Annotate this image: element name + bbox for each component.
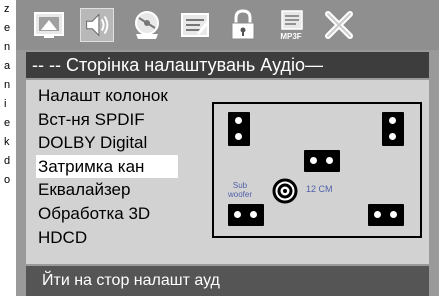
video-setup-icon[interactable] (130, 8, 164, 42)
page-title: -- -- Сторінка налаштувань Аудіо— (26, 52, 429, 78)
menu-item-equalizer[interactable]: Еквалайзер (36, 178, 206, 202)
password-lock-icon[interactable] (226, 8, 260, 42)
menu-item-spdif-setup[interactable]: Вст-ня SPDIF (36, 108, 206, 132)
settings-menu: Налашт колонок Вст-ня SPDIF DOLBY Digita… (36, 84, 206, 249)
subwoofer-speaker[interactable] (272, 178, 298, 204)
edge-char: n (4, 42, 11, 53)
preference-setup-icon[interactable] (178, 8, 212, 42)
edge-char: i (4, 99, 7, 110)
subwoofer-label: Sub woofer (227, 181, 252, 199)
general-setup-icon[interactable] (32, 8, 66, 42)
edge-char: e (4, 118, 11, 129)
menu-item-channel-delay[interactable]: Затримка кан (36, 154, 178, 179)
menu-item-speaker-setup[interactable]: Налашт колонок (36, 84, 206, 108)
dvd-setup-screen: MP3F -- -- Сторінка налаштувань Аудіо— Н… (16, 0, 439, 296)
rear-left-speaker[interactable] (228, 204, 264, 226)
speaker-layout-diagram: Sub woofer 12 CM (212, 102, 422, 238)
edge-char: d (4, 156, 11, 167)
center-speaker[interactable] (304, 150, 340, 172)
edge-char: e (4, 23, 11, 34)
edge-char: o (4, 175, 11, 186)
status-hint: Йти на стор налашт ауд (26, 266, 429, 296)
front-left-speaker[interactable] (228, 112, 250, 146)
edge-char: k (4, 137, 10, 148)
mp3-setup-icon[interactable]: MP3F (274, 8, 308, 42)
edge-char: z (4, 4, 10, 15)
menu-item-hdcd[interactable]: HDCD (36, 226, 206, 250)
audio-settings-panel: Налашт колонок Вст-ня SPDIF DOLBY Digita… (26, 80, 429, 264)
front-right-speaker[interactable] (382, 112, 404, 146)
rear-right-speaker[interactable] (368, 204, 404, 226)
background-page-edge-text: z e n a n i e k d o (0, 0, 16, 296)
channel-delay-value: 12 CM (306, 184, 333, 194)
edge-char: a (4, 61, 11, 72)
menu-item-dolby-digital[interactable]: DOLBY Digital (36, 131, 206, 155)
audio-setup-icon[interactable] (80, 8, 114, 42)
edge-char: n (4, 80, 11, 91)
subwoofer-icon (272, 178, 298, 204)
mp3-icon-text: MP3F (280, 32, 301, 41)
menu-item-3d-processing[interactable]: Обработка 3D (36, 202, 206, 226)
setup-category-toolbar: MP3F (16, 0, 439, 50)
exit-icon[interactable] (322, 8, 356, 42)
